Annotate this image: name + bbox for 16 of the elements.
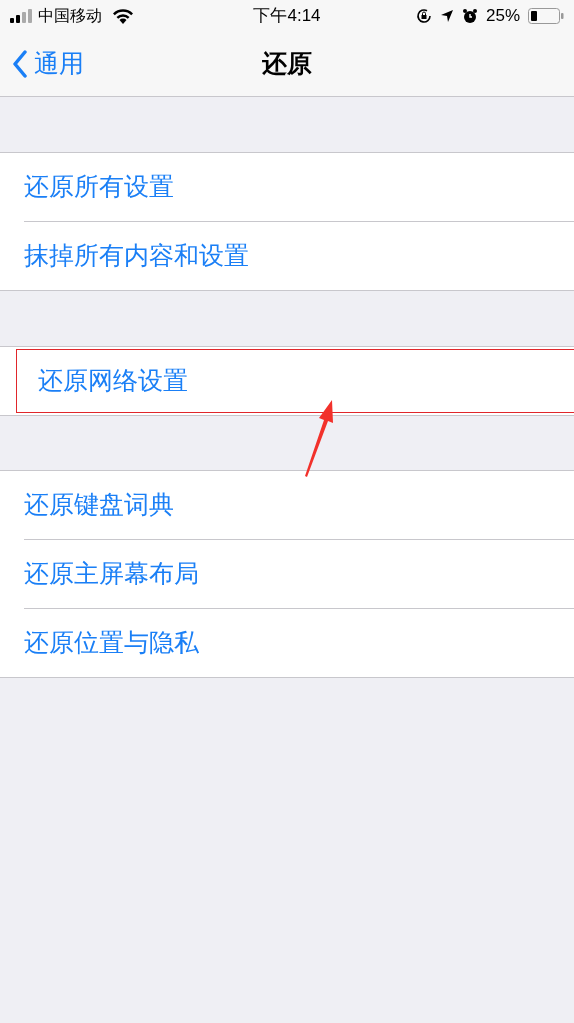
carrier-name: 中国移动 [38, 6, 102, 26]
settings-row[interactable]: 还原位置与隐私 [24, 609, 574, 677]
settings-row[interactable]: 还原主屏幕布局 [24, 540, 574, 608]
battery-icon [528, 8, 564, 24]
battery-percentage: 25% [485, 5, 520, 28]
back-button[interactable]: 通用 [0, 45, 84, 83]
wifi-icon [112, 8, 134, 24]
settings-row[interactable]: 抹掉所有内容和设置 [24, 222, 574, 290]
rotation-lock-icon [415, 8, 432, 24]
settings-row[interactable]: 还原键盘词典 [0, 471, 574, 539]
settings-row[interactable]: 还原所有设置 [0, 153, 574, 221]
chevron-left-icon [12, 50, 28, 78]
location-arrow-icon [439, 9, 454, 23]
clock-time: 下午4:14 [253, 5, 321, 28]
page-title: 还原 [262, 48, 312, 80]
alarm-clock-icon [461, 8, 478, 24]
